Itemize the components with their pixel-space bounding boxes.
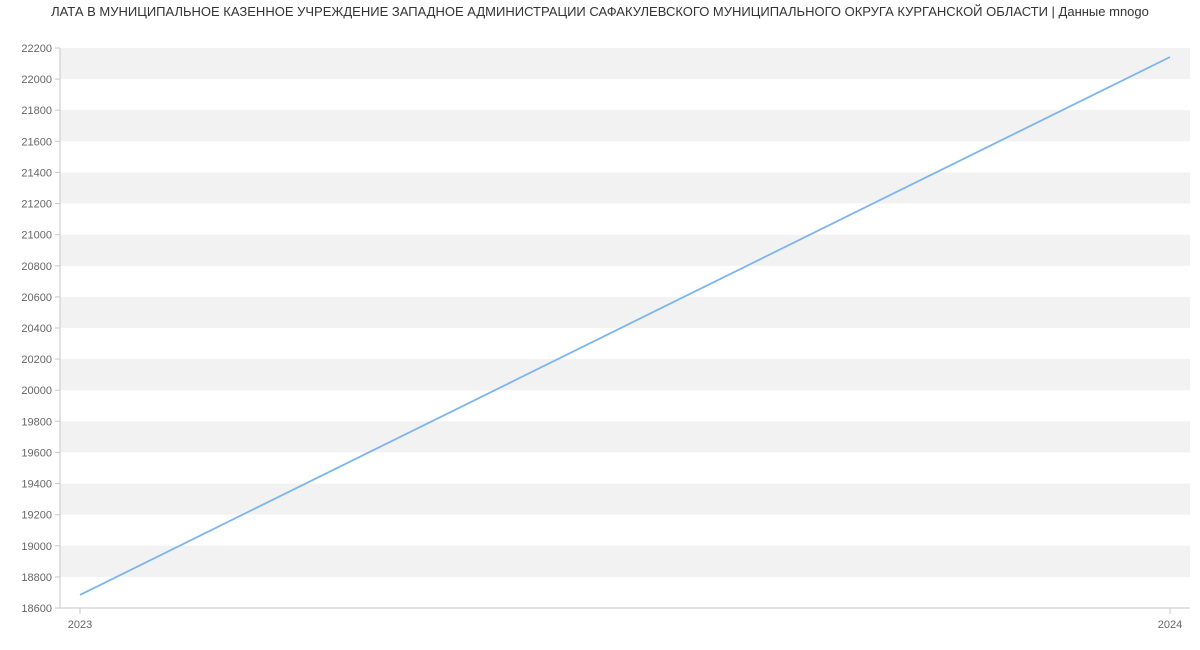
y-tick: 22200 xyxy=(21,43,60,55)
svg-text:19200: 19200 xyxy=(21,510,52,522)
y-axis: 18600 18800 19000 19200 19400 19600 1980… xyxy=(21,43,60,615)
svg-text:2024: 2024 xyxy=(1158,619,1182,631)
y-grid-bands xyxy=(60,48,1190,577)
svg-text:21200: 21200 xyxy=(21,199,52,211)
svg-text:20200: 20200 xyxy=(21,354,52,366)
y-tick: 20200 xyxy=(21,354,60,366)
svg-text:18600: 18600 xyxy=(21,603,52,615)
y-tick: 18600 xyxy=(21,603,60,615)
y-tick: 19400 xyxy=(21,479,60,491)
y-tick: 19200 xyxy=(21,510,60,522)
y-tick: 21400 xyxy=(21,167,60,179)
y-tick: 21800 xyxy=(21,105,60,117)
y-tick: 21600 xyxy=(21,136,60,148)
y-tick: 20800 xyxy=(21,261,60,273)
svg-text:21400: 21400 xyxy=(21,167,52,179)
svg-text:20000: 20000 xyxy=(21,385,52,397)
y-tick: 19000 xyxy=(21,541,60,553)
svg-text:2023: 2023 xyxy=(68,619,92,631)
svg-text:21000: 21000 xyxy=(21,230,52,242)
svg-text:22000: 22000 xyxy=(21,74,52,86)
x-axis: 2023 2024 xyxy=(60,608,1190,631)
svg-text:19800: 19800 xyxy=(21,416,52,428)
y-tick: 19800 xyxy=(21,416,60,428)
svg-text:19000: 19000 xyxy=(21,541,52,553)
svg-text:20400: 20400 xyxy=(21,323,52,335)
y-tick: 21000 xyxy=(21,230,60,242)
svg-text:22200: 22200 xyxy=(21,43,52,55)
y-tick: 21200 xyxy=(21,199,60,211)
svg-text:21600: 21600 xyxy=(21,136,52,148)
chart-plot-area: 18600 18800 19000 19200 19400 19600 1980… xyxy=(0,28,1200,650)
svg-text:19400: 19400 xyxy=(21,479,52,491)
y-tick: 22000 xyxy=(21,74,60,86)
x-tick: 2024 xyxy=(1158,608,1182,631)
svg-text:20600: 20600 xyxy=(21,292,52,304)
svg-text:19600: 19600 xyxy=(21,447,52,459)
svg-text:20800: 20800 xyxy=(21,261,52,273)
svg-text:21800: 21800 xyxy=(21,105,52,117)
chart-title: ЛАТА В МУНИЦИПАЛЬНОЕ КАЗЕННОЕ УЧРЕЖДЕНИЕ… xyxy=(0,4,1200,19)
x-tick: 2023 xyxy=(68,608,92,631)
y-tick: 20400 xyxy=(21,323,60,335)
y-tick: 18800 xyxy=(21,572,60,584)
y-tick: 19600 xyxy=(21,447,60,459)
svg-text:18800: 18800 xyxy=(21,572,52,584)
y-tick: 20600 xyxy=(21,292,60,304)
y-tick: 20000 xyxy=(21,385,60,397)
